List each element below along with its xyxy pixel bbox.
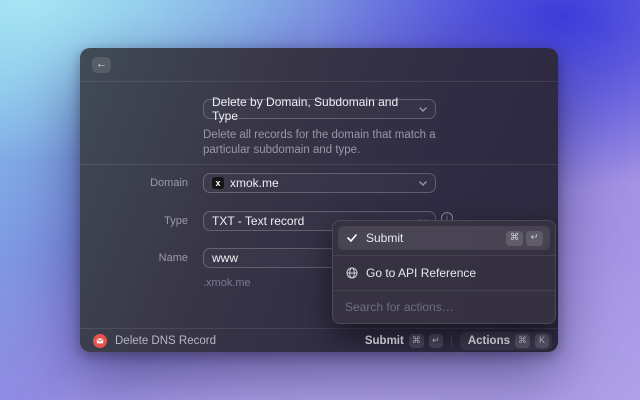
back-icon: ← [96,58,107,70]
mode-select[interactable]: Delete by Domain, Subdomain and Type [203,95,436,123]
type-value: TXT - Text record [212,214,305,228]
divider [80,164,558,165]
name-label: Name [158,252,188,264]
name-hint: .xmok.me [203,277,251,289]
type-label: Type [164,215,188,227]
divider [333,290,555,291]
popup-item-label: Submit [366,231,404,245]
divider [333,255,555,256]
domain-value: xmok.me [230,176,279,190]
popup-item-api-reference[interactable]: Go to API Reference [338,261,550,285]
mode-select-value: Delete by Domain, Subdomain and Type [212,95,399,123]
window-header: ← [80,48,558,82]
actions-button[interactable]: Actions ⌘ K [459,331,552,350]
domain-select[interactable]: x xmok.me [203,173,436,193]
actions-button-label: Actions [467,334,510,347]
divider [450,334,452,347]
cmd-key: ⌘ [506,230,523,246]
actions-popup: Submit ⌘ ↵ Go to API Reference [332,220,556,324]
return-key: ↵ [526,230,543,246]
globe-icon [345,267,359,279]
cmd-key: ⌘ [515,333,530,348]
chevron-down-icon [419,106,427,112]
domain-label: Domain [150,177,188,189]
extension-icon [93,333,107,348]
submit-button[interactable]: Submit [365,335,404,347]
desktop-background: ← Delete by Domain, Subdomain and Type D… [0,0,640,400]
check-icon [345,234,359,242]
return-key: ↵ [428,333,443,348]
name-value: www [212,251,238,265]
mode-description: Delete all records for the domain that m… [203,129,436,156]
status-bar: Delete DNS Record Submit ⌘ ↵ Actions ⌘ K [80,328,558,352]
domain-favicon-icon: x [212,177,224,189]
chevron-down-icon [419,180,427,186]
popup-item-submit[interactable]: Submit ⌘ ↵ [338,226,550,250]
popup-item-label: Go to API Reference [366,266,477,280]
command-name: Delete DNS Record [115,334,216,347]
raycast-window: ← Delete by Domain, Subdomain and Type D… [80,48,558,352]
cmd-key: ⌘ [408,333,424,348]
actions-search-input[interactable] [345,300,545,314]
back-button[interactable]: ← [92,56,111,73]
k-key: K [535,333,549,348]
